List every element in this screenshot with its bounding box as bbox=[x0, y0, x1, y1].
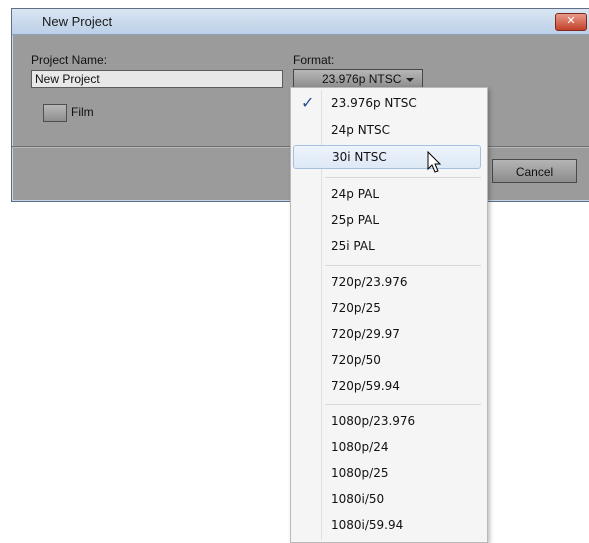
menu-separator bbox=[325, 177, 481, 178]
format-label: Format: bbox=[293, 53, 335, 67]
menu-item-1080i-50[interactable]: 1080i/50 bbox=[293, 487, 481, 511]
chevron-down-icon bbox=[406, 78, 414, 82]
menu-separator bbox=[325, 404, 481, 405]
menu-item-23976p-ntsc[interactable]: ✓ 23.976p NTSC bbox=[293, 91, 481, 115]
close-icon: ✕ bbox=[566, 15, 576, 27]
menu-item-24p-pal[interactable]: 24p PAL bbox=[293, 182, 481, 206]
menu-item-30i-ntsc[interactable]: 30i NTSC bbox=[293, 145, 481, 169]
menu-item-720p-25[interactable]: 720p/25 bbox=[293, 296, 481, 320]
menu-item-25p-pal[interactable]: 25p PAL bbox=[293, 208, 481, 232]
menu-item-label: 720p/23.976 bbox=[331, 275, 408, 289]
film-label: Film bbox=[71, 105, 94, 119]
title-bar: New Project ✕ bbox=[12, 9, 589, 35]
menu-item-label: 1080p/24 bbox=[331, 440, 389, 454]
menu-separator bbox=[325, 265, 481, 266]
menu-item-label: 23.976p NTSC bbox=[331, 96, 417, 110]
checkmark-icon: ✓ bbox=[301, 93, 315, 112]
menu-item-label: 1080i/59.94 bbox=[331, 518, 404, 532]
menu-item-label: 24p NTSC bbox=[331, 123, 391, 137]
menu-item-label: 720p/29.97 bbox=[331, 327, 400, 341]
menu-item-label: 1080p/23.976 bbox=[331, 414, 416, 428]
mouse-pointer-icon bbox=[427, 151, 442, 173]
menu-item-24p-ntsc[interactable]: 24p NTSC bbox=[293, 118, 481, 142]
menu-item-720p-23976[interactable]: 720p/23.976 bbox=[293, 270, 481, 294]
menu-item-label: 25p PAL bbox=[331, 213, 380, 227]
menu-item-720p-50[interactable]: 720p/50 bbox=[293, 348, 481, 372]
menu-item-label: 1080i/50 bbox=[331, 492, 385, 506]
menu-item-1080p-25[interactable]: 1080p/25 bbox=[293, 461, 481, 485]
format-dropdown[interactable]: 23.976p NTSC bbox=[293, 69, 423, 88]
project-name-input[interactable]: New Project bbox=[31, 70, 283, 88]
menu-item-label: 24p PAL bbox=[331, 187, 380, 201]
menu-item-label: 25i PAL bbox=[331, 239, 375, 253]
format-dropdown-menu: ✓ 23.976p NTSC 24p NTSC 30i NTSC 24p PAL… bbox=[290, 87, 488, 543]
format-selected-value: 23.976p NTSC bbox=[322, 72, 402, 86]
menu-item-label: 720p/25 bbox=[331, 301, 381, 315]
project-name-label: Project Name: bbox=[31, 53, 108, 67]
menu-item-720p-2997[interactable]: 720p/29.97 bbox=[293, 322, 481, 346]
menu-item-label: 30i NTSC bbox=[332, 150, 387, 164]
menu-item-label: 720p/50 bbox=[331, 353, 381, 367]
cancel-button[interactable]: Cancel bbox=[492, 159, 577, 183]
menu-item-25i-pal[interactable]: 25i PAL bbox=[293, 234, 481, 258]
menu-item-720p-5994[interactable]: 720p/59.94 bbox=[293, 374, 481, 398]
menu-item-label: 1080p/25 bbox=[331, 466, 389, 480]
menu-item-1080p-24[interactable]: 1080p/24 bbox=[293, 435, 481, 459]
menu-item-1080p-23976[interactable]: 1080p/23.976 bbox=[293, 409, 481, 433]
dialog-title: New Project bbox=[42, 14, 113, 29]
close-button[interactable]: ✕ bbox=[555, 13, 587, 31]
menu-item-1080i-5994[interactable]: 1080i/59.94 bbox=[293, 513, 481, 537]
menu-item-label: 720p/59.94 bbox=[331, 379, 400, 393]
film-checkbox[interactable] bbox=[43, 104, 67, 122]
